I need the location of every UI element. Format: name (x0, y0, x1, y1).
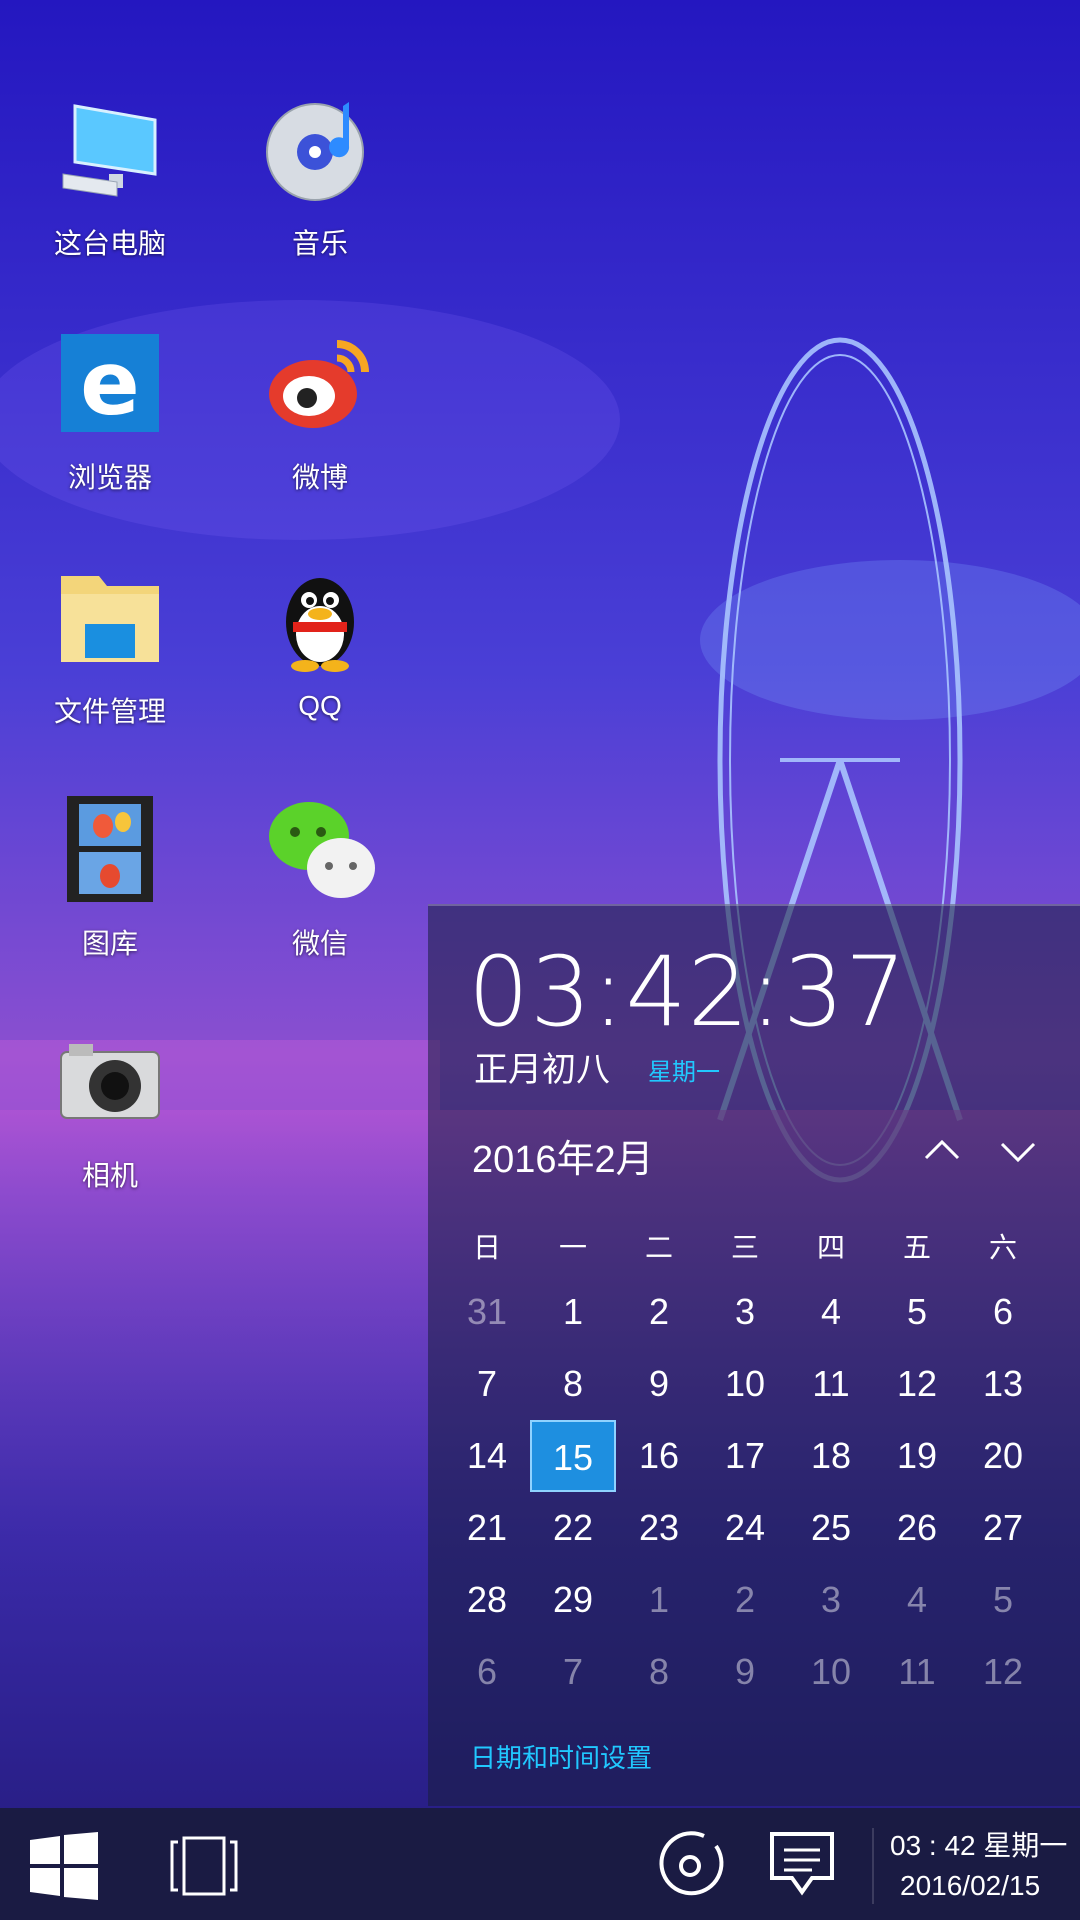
icon-label: 文件管理 (53, 696, 166, 727)
calendar-day[interactable]: 3 (702, 1276, 788, 1348)
calendar-day[interactable]: 12 (874, 1348, 960, 1420)
weekday-header: 三 (730, 1232, 759, 1263)
calendar-day[interactable]: 8 (530, 1348, 616, 1420)
weekday-header: 日 (472, 1232, 501, 1263)
calendar-day-today[interactable]: 15 (530, 1420, 616, 1492)
calendar-day[interactable]: 31 (444, 1276, 530, 1348)
calendar-day[interactable]: 21 (444, 1492, 530, 1564)
calendar-day[interactable]: 23 (616, 1492, 702, 1564)
desktop-icon-weibo[interactable]: 微博 (220, 330, 420, 496)
desktop-icon-wechat[interactable]: 微信 (220, 796, 420, 962)
weekday-header: 一 (558, 1232, 587, 1263)
calendar-day[interactable]: 11 (874, 1636, 960, 1708)
icon-label: QQ (298, 690, 342, 721)
calendar-day[interactable]: 27 (960, 1492, 1046, 1564)
calendar-day[interactable]: 6 (960, 1276, 1046, 1348)
desktop-icon-file-manager[interactable]: 文件管理 (10, 564, 210, 730)
calendar-day[interactable]: 29 (530, 1564, 616, 1636)
windows-logo-icon (30, 1832, 98, 1900)
lunar-date: 正月初八 (474, 1051, 610, 1089)
next-month-button[interactable] (988, 1126, 1048, 1176)
chevron-up-icon (924, 1139, 960, 1160)
icon-label: 这台电脑 (53, 228, 166, 259)
calendar-day[interactable]: 3 (788, 1564, 874, 1636)
computer-icon (55, 96, 165, 206)
start-button[interactable] (26, 1832, 102, 1905)
calendar-day[interactable]: 13 (960, 1348, 1046, 1420)
calendar-day[interactable]: 26 (874, 1492, 960, 1564)
weekday-header: 五 (902, 1232, 931, 1263)
calendar-day[interactable]: 18 (788, 1420, 874, 1492)
calendar-day[interactable]: 12 (960, 1636, 1046, 1708)
icon-label: 图库 (81, 928, 138, 959)
calendar-flyout: 03:42:37 正月初八 星期一 2016年2月 日一二三四五六 31 1 2 3 4… (428, 904, 1080, 1806)
camera-icon (55, 1028, 165, 1138)
weekday-label: 星期一 (648, 1059, 720, 1086)
media-button[interactable] (654, 1828, 726, 1905)
weekday-header: 六 (988, 1232, 1017, 1263)
icon-label: 相机 (81, 1160, 138, 1191)
wechat-icon (265, 796, 375, 906)
calendar-day[interactable]: 2 (702, 1564, 788, 1636)
icon-label: 微博 (291, 462, 348, 493)
calendar-day[interactable]: 10 (702, 1348, 788, 1420)
message-icon (770, 1832, 834, 1896)
calendar-day[interactable]: 17 (702, 1420, 788, 1492)
calendar-day[interactable]: 6 (444, 1636, 530, 1708)
tray-clock-time[interactable]: 03 : 42 星期一 (890, 1824, 1067, 1864)
notifications-button[interactable] (766, 1828, 838, 1905)
desktop-icon-music[interactable]: 音乐 (220, 96, 420, 262)
date-time-settings-link[interactable]: 日期和时间设置 (470, 1738, 652, 1775)
weekday-header: 二 (644, 1232, 673, 1263)
desktop-icon-qq[interactable]: QQ (220, 564, 420, 722)
calendar-day[interactable]: 22 (530, 1492, 616, 1564)
calendar-day[interactable]: 9 (702, 1636, 788, 1708)
qq-penguin-icon (265, 564, 375, 674)
calendar-day[interactable]: 19 (874, 1420, 960, 1492)
calendar-day[interactable]: 4 (788, 1276, 874, 1348)
desktop-icon-browser[interactable]: e 浏览器 (10, 330, 210, 496)
calendar-day[interactable]: 7 (444, 1348, 530, 1420)
calendar-day[interactable]: 10 (788, 1636, 874, 1708)
calendar-day[interactable]: 16 (616, 1420, 702, 1492)
calendar-day[interactable]: 1 (530, 1276, 616, 1348)
calendar-day[interactable]: 28 (444, 1564, 530, 1636)
month-title: 2016年2月 (472, 1139, 654, 1181)
calendar-day[interactable]: 5 (960, 1564, 1046, 1636)
weibo-icon (265, 330, 375, 440)
icon-label: 微信 (291, 928, 348, 959)
calendar-day[interactable]: 8 (616, 1636, 702, 1708)
svg-text:e: e (80, 332, 140, 435)
clock-time: 03:42:37 (468, 936, 908, 1048)
desktop-icon-this-pc[interactable]: 这台电脑 (10, 96, 210, 262)
browser-e-icon: e (55, 330, 165, 440)
task-view-icon (170, 1836, 238, 1896)
chevron-down-icon (1000, 1142, 1036, 1163)
taskbar: 03 : 42 星期一 2016/02/15 (0, 1808, 1080, 1920)
calendar-day[interactable]: 5 (874, 1276, 960, 1348)
calendar-day[interactable]: 9 (616, 1348, 702, 1420)
calendar-day[interactable]: 7 (530, 1636, 616, 1708)
tray-separator (872, 1828, 874, 1904)
gallery-film-icon (55, 796, 165, 906)
prev-month-button[interactable] (912, 1126, 972, 1176)
calendar-day[interactable]: 2 (616, 1276, 702, 1348)
calendar-day[interactable]: 25 (788, 1492, 874, 1564)
calendar-day[interactable]: 14 (444, 1420, 530, 1492)
desktop-icon-camera[interactable]: 相机 (10, 1028, 210, 1194)
disc-icon (659, 1831, 724, 1896)
desktop-icon-gallery[interactable]: 图库 (10, 796, 210, 962)
icon-label: 浏览器 (67, 462, 152, 493)
calendar-day[interactable]: 24 (702, 1492, 788, 1564)
folder-icon (55, 564, 165, 674)
calendar-day[interactable]: 20 (960, 1420, 1046, 1492)
icon-label: 音乐 (291, 228, 348, 259)
calendar-day[interactable]: 11 (788, 1348, 874, 1420)
calendar-day[interactable]: 1 (616, 1564, 702, 1636)
tray-clock-date[interactable]: 2016/02/15 (900, 1870, 1040, 1902)
weekday-header: 四 (816, 1232, 845, 1263)
calendar-day[interactable]: 4 (874, 1564, 960, 1636)
music-disc-icon (265, 96, 375, 206)
task-view-button[interactable] (166, 1832, 242, 1905)
